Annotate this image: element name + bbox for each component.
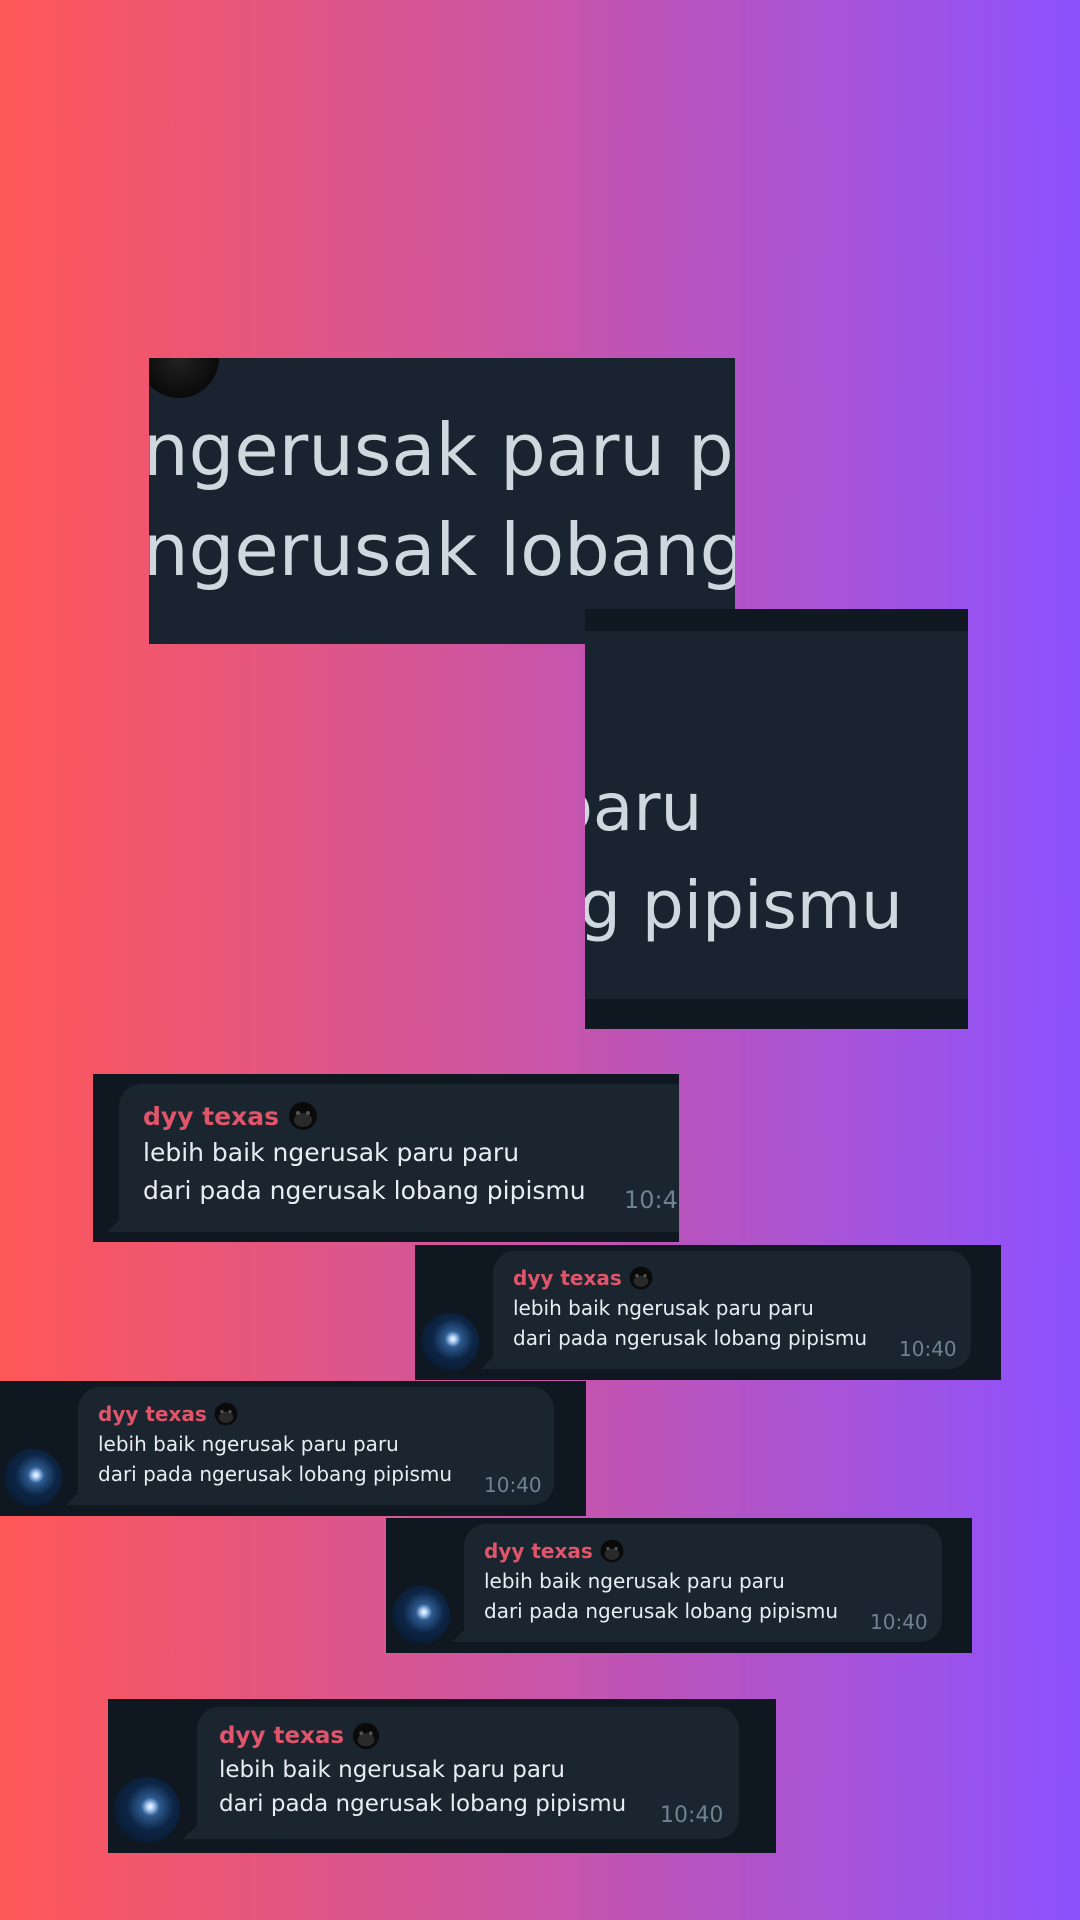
- message-time: 10:40: [899, 1337, 957, 1361]
- zoom-line-2: g pipismu: [585, 867, 903, 944]
- user-avatar: [421, 1313, 479, 1371]
- zoom-line-2: ngerusak lobang: [149, 508, 735, 592]
- message-line-1: lebih baik ngerusak paru paru: [143, 1138, 520, 1167]
- user-avatar: [4, 1449, 62, 1507]
- message-time: 10:4: [624, 1186, 678, 1214]
- message-line-2: dari pada ngerusak lobang pipismu: [143, 1176, 586, 1205]
- sender-name: dyy texas: [219, 1721, 381, 1751]
- sender-name: dyy texas: [513, 1265, 654, 1291]
- bubble-tail: [481, 1355, 495, 1369]
- message-time: 10:40: [870, 1610, 928, 1634]
- gorilla-face-icon: [288, 1102, 317, 1130]
- message-line-1: lebih baik ngerusak paru paru: [484, 1569, 785, 1593]
- message-card-4: dyy texas lebih baik ngerusak paru paru …: [386, 1518, 972, 1653]
- zoom-crop-right: paru g pipismu: [585, 609, 968, 1029]
- message-card-1: dyy texas lebih baik ngerusak paru paru …: [93, 1074, 679, 1242]
- message-time: 10:40: [484, 1473, 542, 1497]
- message-line-1: lebih baik ngerusak paru paru: [98, 1432, 399, 1456]
- gorilla-face-icon: [600, 1539, 624, 1563]
- zoom-line-1: ngerusak paru pa: [149, 408, 735, 492]
- sender-label: dyy texas: [513, 1266, 622, 1290]
- message-card-2: dyy texas lebih baik ngerusak paru paru …: [415, 1245, 1001, 1380]
- bubble-tail: [66, 1491, 80, 1505]
- zoom-line-1: paru: [585, 769, 703, 846]
- message-line-2: dari pada ngerusak lobang pipismu: [219, 1791, 627, 1817]
- message-line-2: dari pada ngerusak lobang pipismu: [513, 1326, 868, 1350]
- gorilla-face-icon: [352, 1722, 380, 1750]
- message-card-3: dyy texas lebih baik ngerusak paru paru …: [0, 1381, 586, 1516]
- bubble-tail: [183, 1825, 197, 1839]
- bubble-tail: [452, 1628, 466, 1642]
- sender-label: dyy texas: [219, 1723, 345, 1749]
- message-time: 10:40: [660, 1803, 724, 1828]
- sender-label: dyy texas: [484, 1539, 593, 1563]
- message-line-1: lebih baik ngerusak paru paru: [219, 1757, 565, 1783]
- user-avatar: [114, 1777, 180, 1843]
- avatar-fragment: [149, 358, 219, 398]
- message-line-2: dari pada ngerusak lobang pipismu: [98, 1462, 453, 1486]
- message-card-5: dyy texas lebih baik ngerusak paru paru …: [108, 1699, 776, 1853]
- message-line-1: lebih baik ngerusak paru paru: [513, 1296, 814, 1320]
- gorilla-face-icon: [214, 1402, 238, 1426]
- sender-label: dyy texas: [98, 1402, 207, 1426]
- gorilla-face-icon: [629, 1266, 653, 1290]
- sender-name: dyy texas: [98, 1401, 239, 1427]
- sender-name: dyy texas: [484, 1538, 625, 1564]
- sender-name: dyy texas: [143, 1100, 319, 1132]
- user-avatar: [392, 1586, 450, 1644]
- message-line-2: dari pada ngerusak lobang pipismu: [484, 1599, 839, 1623]
- bubble-tail: [107, 1218, 121, 1232]
- zoom-crop-top: ngerusak paru pa ngerusak lobang: [149, 358, 735, 644]
- sender-label: dyy texas: [143, 1101, 279, 1131]
